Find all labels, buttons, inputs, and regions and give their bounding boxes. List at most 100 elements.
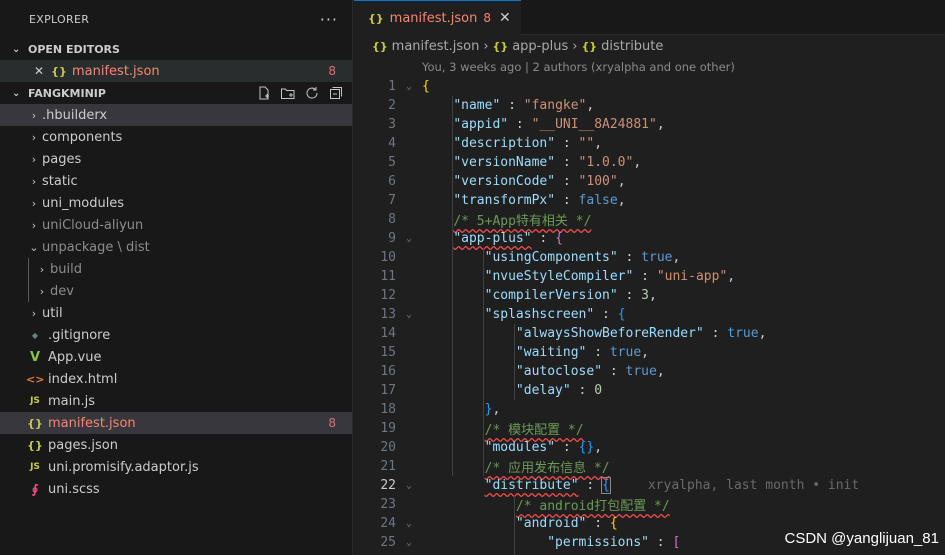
tree-file[interactable]: JS main.js [0,390,352,412]
refresh-icon[interactable] [304,85,320,101]
json-file-icon: {} [27,416,43,430]
tree-folder[interactable]: › build [0,258,352,280]
chevron-right-icon: › [31,108,37,122]
json-file-icon: {} [27,438,43,452]
code-line: 13 ⌄ "splashscreen" : { [354,305,945,324]
code-line: 9 ⌄ "app-plus" : { [354,229,945,248]
folder-name: dev [50,283,74,299]
code-line: 2 "name" : "fangke", [354,96,945,115]
line-number: 24 [380,516,396,531]
chevron-right-icon: › [31,218,37,232]
inline-blame: xryalpha, last month • init [647,478,860,493]
folder-name: build [50,261,82,277]
tree-file[interactable]: {} pages.json [0,434,352,456]
indent-guide [28,280,29,302]
close-icon[interactable]: ✕ [34,64,50,78]
chevron-right-icon: › [31,152,37,166]
tab-manifest-json[interactable]: {} manifest.json 8 ✕ [354,0,521,35]
folder-name: uni_modules [42,195,125,211]
code-line: 17 "delay" : 0 [354,381,945,400]
code-line: 12 "compilerVersion" : 3, [354,286,945,305]
tree-file-active[interactable]: {} manifest.json 8 [0,412,352,434]
tree-file[interactable]: ◆ .gitignore [0,324,352,346]
line-number: 18 [380,402,396,417]
breadcrumb: {} manifest.json › {} app-plus › {} dist… [354,35,945,57]
code-line: 18 }, [354,400,945,419]
code-line: 10 "usingComponents" : true, [354,248,945,267]
code-line: 5 "versionName" : "1.0.0", [354,153,945,172]
breadcrumb-item[interactable]: manifest.json [392,39,480,54]
line-number: 25 [380,535,396,550]
code-line: 11 "nvueStyleCompiler" : "uni-app", [354,267,945,286]
indent-guide [452,96,453,476]
tree-folder[interactable]: › uniCloud-aliyun [0,214,352,236]
project-header[interactable]: ⌄ FANGKMINIP [0,82,352,104]
tree-folder[interactable]: › uni_modules [0,192,352,214]
tree-file[interactable]: ∮ uni.scss [0,478,352,500]
chevron-right-icon: › [483,38,489,54]
code-editor[interactable]: 1 ⌄{ 2 "name" : "fangke", 3 "appid" : "__… [354,77,945,555]
collapse-all-icon[interactable] [328,85,344,101]
line-number: 22 [380,478,396,493]
folder-name: unpackage \ dist [42,239,150,255]
fold-icon[interactable]: ⌄ [396,480,422,491]
tree-folder[interactable]: › .hbuilderx [0,104,352,126]
code-line: 4 "description" : "", [354,134,945,153]
project-label: FANGKMINIP [28,86,106,100]
tree-folder[interactable]: › dev [0,280,352,302]
json-file-icon: {} [51,64,67,78]
line-number: 21 [380,459,396,474]
open-editors-label: OPEN EDITORS [28,42,120,56]
fold-icon[interactable]: ⌄ [396,309,422,320]
js-file-icon: JS [30,462,40,472]
tree-folder[interactable]: › util [0,302,352,324]
fold-icon[interactable]: ⌄ [396,233,422,244]
code-line: 14 "alwaysShowBeforeRender" : true, [354,324,945,343]
tree-file[interactable]: <> index.html [0,368,352,390]
chevron-down-icon: ⌄ [29,240,39,254]
tree-folder[interactable]: › pages [0,148,352,170]
line-number: 4 [388,136,396,151]
tree-folder[interactable]: › components [0,126,352,148]
chevron-down-icon: ⌄ [12,87,21,99]
code-line: 6 "versionCode" : "100", [354,172,945,191]
git-blame-codelens[interactable]: You, 3 weeks ago | 2 authors (xryalpha a… [354,57,945,77]
tree-folder-expanded[interactable]: ⌄ unpackage \ dist [0,236,352,258]
line-number: 16 [380,364,396,379]
chevron-down-icon: ⌄ [12,43,21,55]
line-number: 20 [380,440,396,455]
more-actions-icon[interactable]: ··· [320,10,338,29]
open-editor-item[interactable]: ✕ {} manifest.json 8 [0,60,352,82]
watermark: CSDN @yanglijuan_81 [784,530,939,547]
indent-guide [514,324,515,400]
fold-icon[interactable]: ⌄ [396,537,422,548]
problem-count-badge: 8 [328,416,336,430]
scss-file-icon: ∮ [31,482,39,496]
tree-file[interactable]: JS uni.promisify.adaptor.js [0,456,352,478]
file-name: uni.scss [48,481,100,497]
folder-name: .hbuilderx [42,107,108,123]
tab-label: manifest.json [389,10,478,26]
gitignore-file-icon: ◆ [31,330,39,340]
indent-guide [28,258,29,280]
new-folder-icon[interactable] [280,85,296,101]
tree-folder[interactable]: › static [0,170,352,192]
breadcrumb-item[interactable]: distribute [601,39,663,54]
tree-file[interactable]: V App.vue [0,346,352,368]
json-file-icon: {} [372,39,388,53]
fold-icon[interactable]: ⌄ [396,81,422,92]
line-number: 5 [388,155,396,170]
new-file-icon[interactable] [256,85,272,101]
open-editors-header[interactable]: ⌄ OPEN EDITORS [0,38,352,60]
folder-name: pages [42,151,82,167]
line-number: 1 [388,79,396,94]
chevron-right-icon: › [31,196,37,210]
explorer-sidebar: EXPLORER ··· ⌄ OPEN EDITORS ✕ {} manifes… [0,0,353,555]
breadcrumb-item[interactable]: app-plus [512,39,568,54]
line-number: 15 [380,345,396,360]
close-icon[interactable]: ✕ [499,10,511,26]
html-file-icon: <> [26,372,45,386]
line-number: 7 [388,193,396,208]
fold-icon[interactable]: ⌄ [396,518,422,529]
folder-name: components [42,129,123,145]
